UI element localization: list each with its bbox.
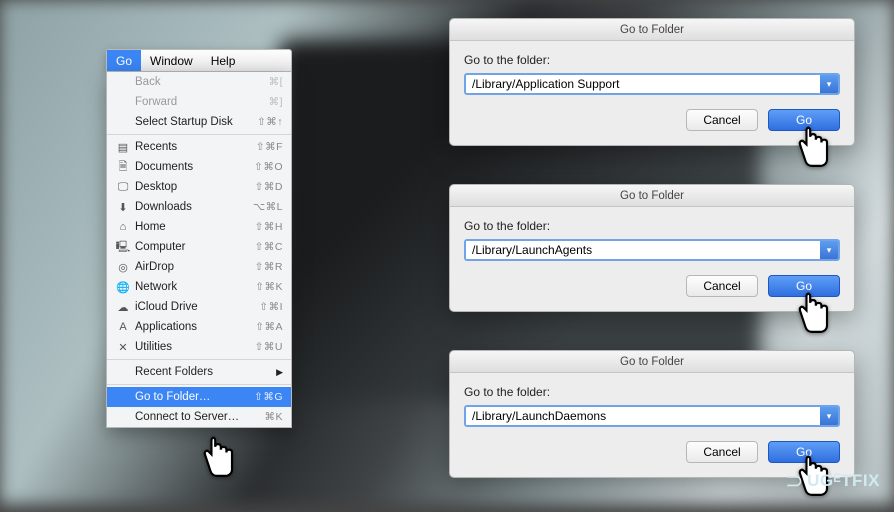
dialog-title: Go to Folder: [450, 351, 854, 373]
go-button[interactable]: Go: [768, 441, 840, 463]
documents-icon: 🗎: [115, 158, 131, 177]
cursor-hand-icon: [195, 432, 241, 488]
icloud-icon: ☁: [115, 301, 131, 314]
go-button[interactable]: Go: [768, 109, 840, 131]
dialog-title: Go to Folder: [450, 19, 854, 41]
folder-path-combo[interactable]: ▾: [464, 73, 840, 95]
dropdown-arrow-icon[interactable]: ▾: [820, 75, 838, 93]
menu-forward: Forward⌘]: [107, 92, 291, 112]
computer-icon: 🖳: [115, 238, 131, 257]
applications-icon: A: [115, 321, 131, 333]
desktop-icon: 🖵: [115, 181, 131, 194]
dialog-prompt: Go to the folder:: [464, 385, 840, 399]
menu-icloud-drive[interactable]: ☁iCloud Drive⇧⌘I: [107, 297, 291, 317]
home-icon: ⌂: [115, 221, 131, 233]
menu-go-to-folder[interactable]: Go to Folder…⇧⌘G: [107, 387, 291, 407]
menu-airdrop[interactable]: ◎AirDrop⇧⌘R: [107, 257, 291, 277]
go-menu-dropdown[interactable]: Back⌘[ Forward⌘] Select Startup Disk⇧⌘↑ …: [106, 72, 292, 428]
airdrop-icon: ◎: [115, 261, 131, 274]
utilities-icon: ✕: [115, 341, 131, 354]
menu-utilities[interactable]: ✕Utilities⇧⌘U: [107, 337, 291, 357]
menu-home[interactable]: ⌂Home⇧⌘H: [107, 217, 291, 237]
menu-select-startup-disk[interactable]: Select Startup Disk⇧⌘↑: [107, 112, 291, 132]
menu-recent-folders[interactable]: Recent Folders▶: [107, 362, 291, 382]
folder-path-combo[interactable]: ▾: [464, 239, 840, 261]
menubar-item-window[interactable]: Window: [141, 50, 202, 71]
folder-path-input[interactable]: [466, 241, 820, 259]
dialog-prompt: Go to the folder:: [464, 219, 840, 233]
menubar-item-go[interactable]: Go: [107, 50, 141, 71]
menu-downloads[interactable]: ⬇Downloads⌥⌘L: [107, 197, 291, 217]
network-icon: 🌐: [115, 281, 131, 294]
watermark-logo: ⊃UGᴱTFIX: [785, 468, 880, 494]
cancel-button[interactable]: Cancel: [686, 275, 758, 297]
folder-path-combo[interactable]: ▾: [464, 405, 840, 427]
menu-recents[interactable]: ▤Recents⇧⌘F: [107, 137, 291, 157]
submenu-arrow-icon: ▶: [276, 367, 283, 378]
go-to-folder-dialog-3: Go to Folder Go to the folder: ▾ Cancel …: [449, 350, 855, 478]
folder-path-input[interactable]: [466, 75, 820, 93]
menu-documents[interactable]: 🗎Documents⇧⌘O: [107, 157, 291, 177]
menu-computer[interactable]: 🖳Computer⇧⌘C: [107, 237, 291, 257]
menu-back: Back⌘[: [107, 72, 291, 92]
downloads-icon: ⬇: [115, 201, 131, 214]
menu-network[interactable]: 🌐Network⇧⌘K: [107, 277, 291, 297]
dialog-title: Go to Folder: [450, 185, 854, 207]
menu-separator: [107, 384, 291, 385]
go-to-folder-dialog-1: Go to Folder Go to the folder: ▾ Cancel …: [449, 18, 855, 146]
menubar-item-help[interactable]: Help: [202, 50, 245, 71]
menu-desktop[interactable]: 🖵Desktop⇧⌘D: [107, 177, 291, 197]
folder-path-input[interactable]: [466, 407, 820, 425]
menu-separator: [107, 359, 291, 360]
menu-separator: [107, 134, 291, 135]
menu-applications[interactable]: AApplications⇧⌘A: [107, 317, 291, 337]
dropdown-arrow-icon[interactable]: ▾: [820, 407, 838, 425]
cancel-button[interactable]: Cancel: [686, 441, 758, 463]
menu-connect-to-server[interactable]: Connect to Server…⌘K: [107, 407, 291, 427]
go-button[interactable]: Go: [768, 275, 840, 297]
recents-icon: ▤: [115, 141, 131, 154]
dialog-prompt: Go to the folder:: [464, 53, 840, 67]
cancel-button[interactable]: Cancel: [686, 109, 758, 131]
dropdown-arrow-icon[interactable]: ▾: [820, 241, 838, 259]
menubar[interactable]: Go Window Help: [106, 49, 292, 72]
go-to-folder-dialog-2: Go to Folder Go to the folder: ▾ Cancel …: [449, 184, 855, 312]
